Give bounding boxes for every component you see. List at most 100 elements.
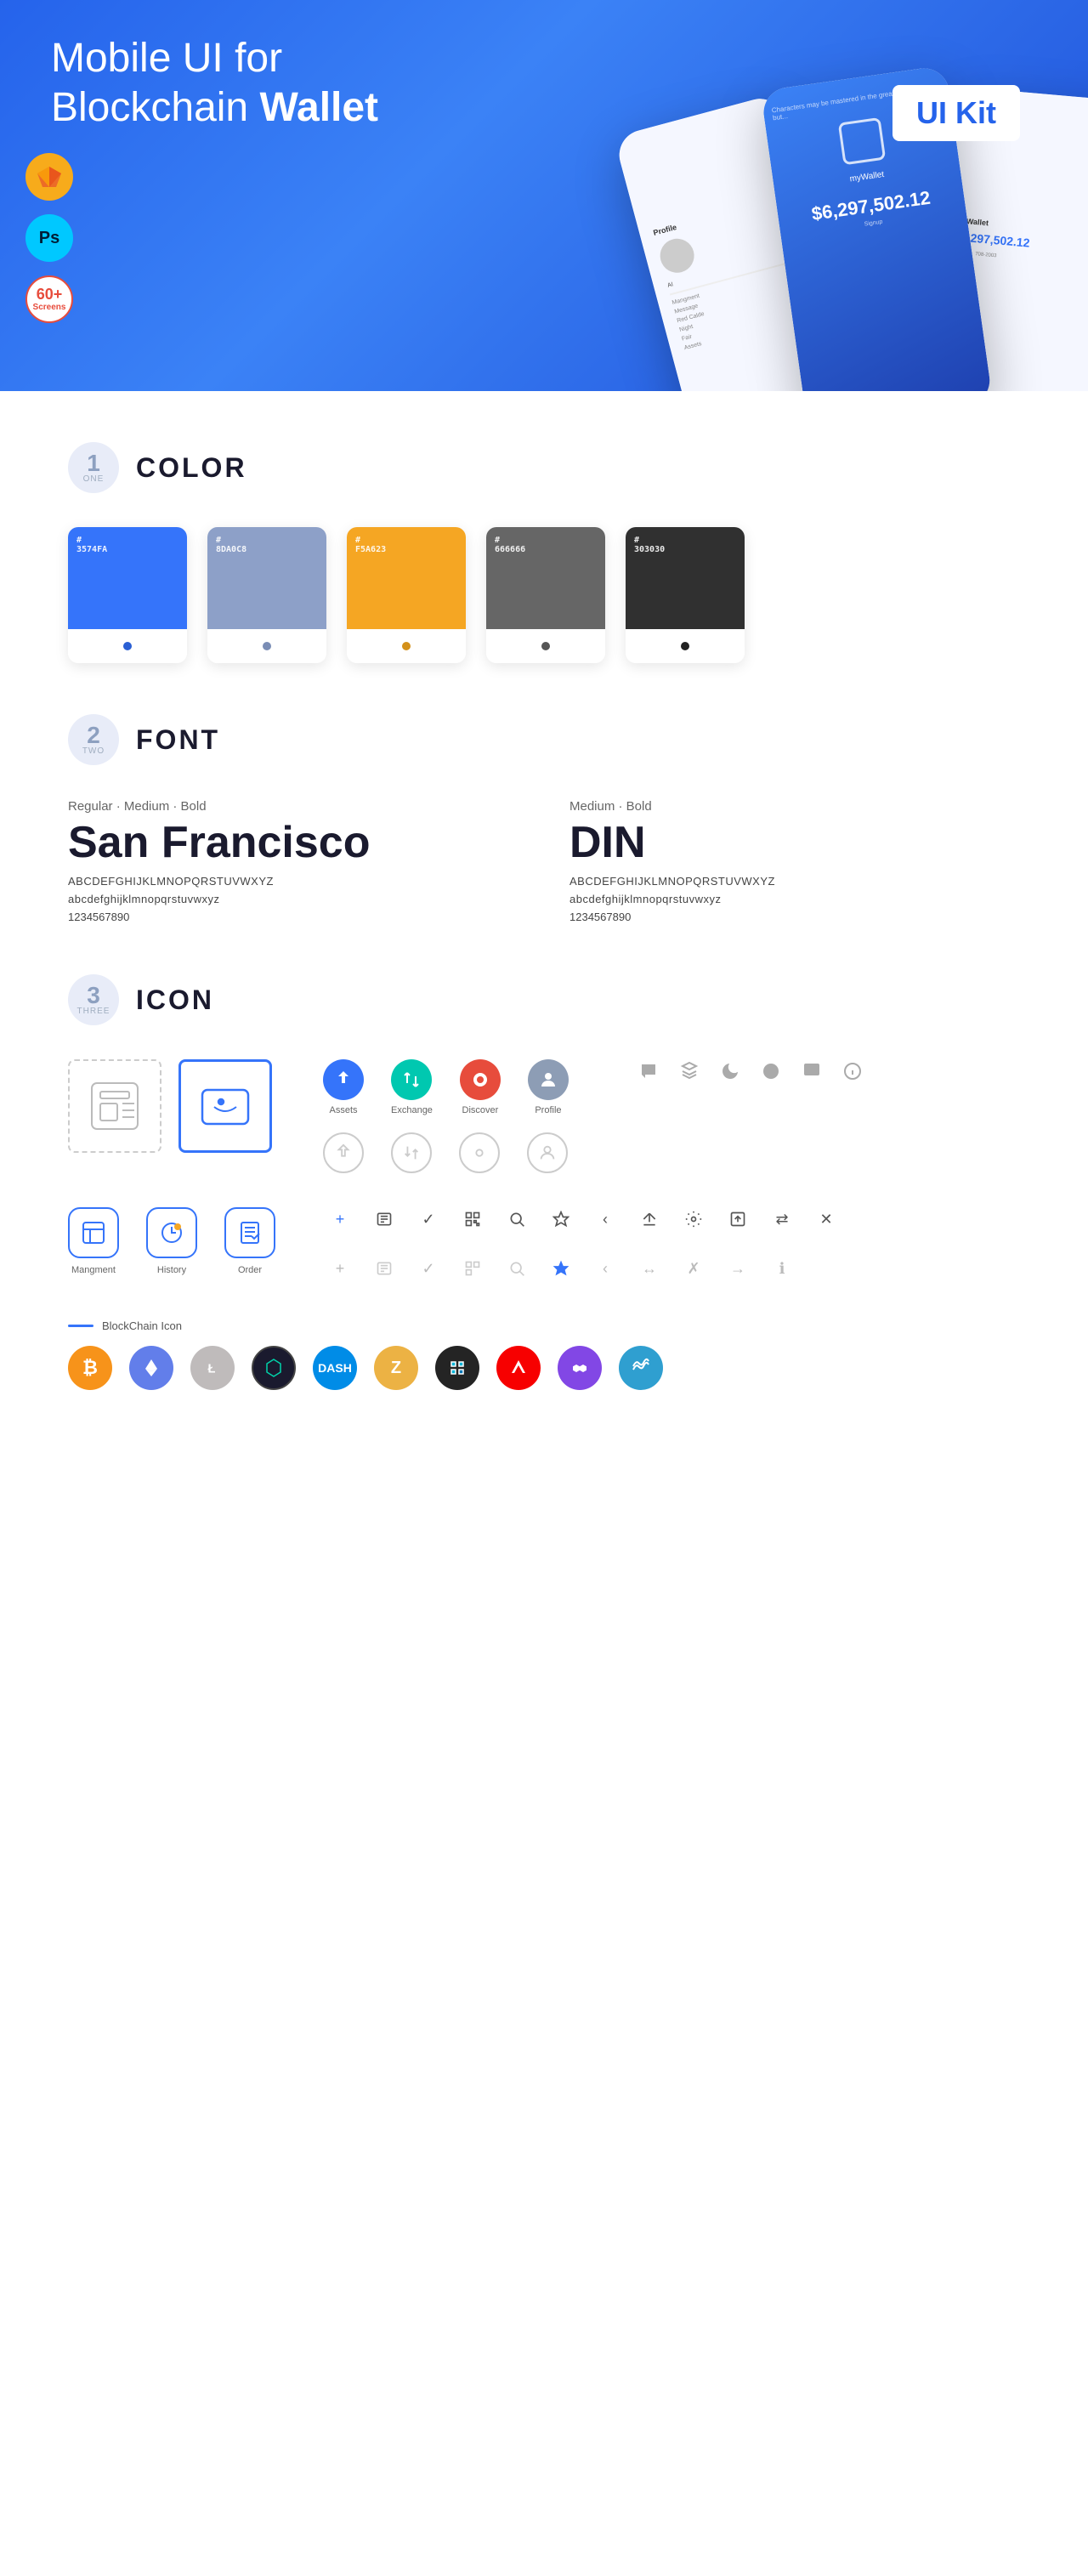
color-card-grayblue: #8DA0C8 [207, 527, 326, 663]
comment-icon [637, 1059, 660, 1083]
info-icon-faded: ℹ [770, 1257, 794, 1280]
color-card-dark: #303030 [626, 527, 745, 663]
icon-discover-outline [459, 1132, 500, 1173]
icon-assets-outline [323, 1132, 364, 1173]
section-title-color: COLOR [136, 452, 247, 484]
section-number-1: 1 ONE [68, 442, 119, 493]
info-icon [841, 1059, 864, 1083]
arrows-icon-faded: ↔ [638, 1257, 661, 1280]
app-icons-row: Mangment History [68, 1207, 1020, 1294]
color-card-blue: #3574FA [68, 527, 187, 663]
small-util-icons: + ✓ ‹ [328, 1207, 838, 1294]
qr-icon-faded [461, 1257, 484, 1280]
icon-section: 3 THREE ICON [68, 974, 1020, 1390]
icon-main-group: Assets Exchange [68, 1059, 1020, 1173]
app-icon-order: Order [224, 1207, 275, 1275]
icon-exchange-outline [391, 1132, 432, 1173]
search-icon-faded [505, 1257, 529, 1280]
nav-icons-outline [323, 1132, 569, 1173]
screens-badge: 60+ Screens [26, 275, 73, 323]
blockchain-line [68, 1325, 94, 1327]
icon-section-header: 3 THREE ICON [68, 974, 1020, 1025]
back-icon-faded: ‹ [593, 1257, 617, 1280]
ethereum-icon [129, 1346, 173, 1390]
main-content: 1 ONE COLOR #3574FA #8DA0C8 #F5A623 [0, 391, 1088, 1492]
back-icon: ‹ [593, 1207, 617, 1231]
section-title-icon: ICON [136, 984, 214, 1016]
litecoin-icon: Ł [190, 1346, 235, 1390]
search-icon [505, 1207, 529, 1231]
icon-profile-outline [527, 1132, 568, 1173]
section-number-2: 2 TWO [68, 714, 119, 765]
plus-icon: + [328, 1207, 352, 1231]
nav-icon-group: Assets Exchange [323, 1059, 569, 1173]
section-number-3: 3 THREE [68, 974, 119, 1025]
stack-icon [677, 1059, 701, 1083]
waves-icon [619, 1346, 663, 1390]
qr-icon [461, 1207, 484, 1231]
mangment-icon-box [68, 1207, 119, 1258]
check-icon-faded: ✓ [416, 1257, 440, 1280]
font-block-sf: Regular · Medium · Bold San Francisco AB… [68, 799, 518, 923]
app-icon-history: History [146, 1207, 197, 1275]
settings-icon [682, 1207, 706, 1231]
nav-icons-colored: Assets Exchange [323, 1059, 569, 1115]
misc-icons-row1 [637, 1059, 864, 1083]
btg-icon [252, 1346, 296, 1390]
history-icon-box [146, 1207, 197, 1258]
color-grid: #3574FA #8DA0C8 #F5A623 #666666 [68, 527, 1020, 663]
icon-exchange: Exchange [391, 1059, 433, 1115]
font-grid: Regular · Medium · Bold San Francisco AB… [68, 799, 1020, 923]
order-icon-box [224, 1207, 275, 1258]
hero-badges: Ps 60+ Screens [26, 153, 73, 323]
dash-icon: DASH [313, 1346, 357, 1390]
bitcoin-icon: ₿ [68, 1346, 112, 1390]
blockchain-label: BlockChain Icon [68, 1319, 1020, 1332]
wireframe-icon-1 [68, 1059, 162, 1153]
svg-text:Ł: Ł [208, 1363, 216, 1376]
section-title-font: FONT [136, 724, 220, 756]
circle-icon [759, 1059, 783, 1083]
color-card-orange: #F5A623 [347, 527, 466, 663]
matic-icon [558, 1346, 602, 1390]
color-section-header: 1 ONE COLOR [68, 442, 1020, 493]
upload-icon [726, 1207, 750, 1231]
app-icon-mangment: Mangment [68, 1207, 119, 1275]
icon-profile: Profile [528, 1059, 569, 1115]
x-icon-faded: ✗ [682, 1257, 706, 1280]
font-section: 2 TWO FONT Regular · Medium · Bold San F… [68, 714, 1020, 923]
wireframe-icon-group [68, 1059, 272, 1153]
forward-icon-faded: → [726, 1257, 750, 1280]
phones-container: Profile AI Mangment Message Red Calde Ni… [646, 68, 1088, 391]
hero-title: Mobile UI for Blockchain Wallet [51, 34, 476, 132]
font-section-header: 2 TWO FONT [68, 714, 1020, 765]
star-icon-active [549, 1257, 573, 1280]
color-section: 1 ONE COLOR #3574FA #8DA0C8 #F5A623 [68, 442, 1020, 663]
chat-icon [800, 1059, 824, 1083]
ark-icon [496, 1346, 541, 1390]
util-row-2: + ✓ ‹ ↔ ✗ [328, 1257, 838, 1280]
close-icon: ✕ [814, 1207, 838, 1231]
ps-badge: Ps [26, 214, 73, 262]
misc-icon-group [637, 1059, 864, 1083]
list-icon [372, 1207, 396, 1231]
list-icon-faded [372, 1257, 396, 1280]
color-card-gray: #666666 [486, 527, 605, 663]
iota-icon [435, 1346, 479, 1390]
plus-icon-faded: + [328, 1257, 352, 1280]
sketch-badge [26, 153, 73, 201]
hero-section: Mobile UI for Blockchain Wallet UI Kit P… [0, 0, 1088, 391]
share-icon [638, 1207, 661, 1231]
swap-icon: ⇄ [770, 1207, 794, 1231]
font-block-din: Medium · Bold DIN ABCDEFGHIJKLMNOPQRSTUV… [570, 799, 1020, 923]
icon-discover: Discover [460, 1059, 501, 1115]
moon-icon [718, 1059, 742, 1083]
ui-kit-badge: UI Kit [892, 85, 1020, 141]
star-icon [549, 1207, 573, 1231]
check-icon: ✓ [416, 1207, 440, 1231]
wireframe-icon-2 [178, 1059, 272, 1153]
blockchain-icons-row: ₿ Ł DASH Z [68, 1346, 1020, 1390]
zcash-icon: Z [374, 1346, 418, 1390]
util-row-1: + ✓ ‹ [328, 1207, 838, 1231]
icon-assets: Assets [323, 1059, 364, 1115]
